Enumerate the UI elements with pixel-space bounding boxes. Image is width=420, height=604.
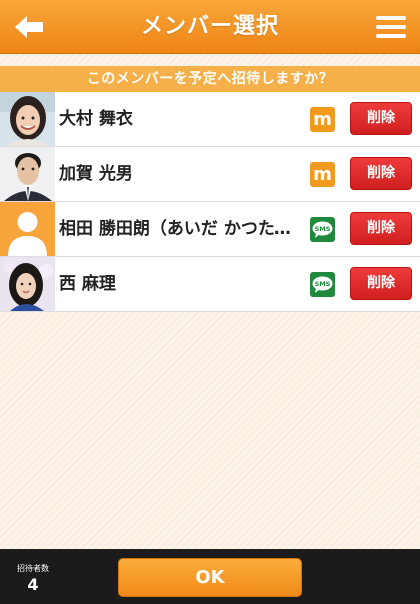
avatar: [0, 257, 55, 311]
menu-line: [376, 34, 406, 38]
svg-text:SMS: SMS: [315, 225, 331, 233]
hamburger-menu-icon[interactable]: [376, 13, 406, 41]
member-row[interactable]: 相田 勝田朗（あいだ かつたろう） SMS 削除: [0, 202, 420, 257]
svg-text:SMS: SMS: [315, 280, 331, 288]
avatar: [0, 202, 55, 256]
avatar: [0, 92, 55, 146]
member-row[interactable]: 加賀 光男 m 削除: [0, 147, 420, 202]
delete-button[interactable]: 削除: [350, 157, 412, 190]
member-name: 大村 舞衣: [59, 109, 133, 129]
delete-button[interactable]: 削除: [350, 212, 412, 245]
footer-bar: 招待者数 4 OK: [0, 549, 420, 604]
ok-button[interactable]: OK: [118, 558, 302, 597]
menu-line: [376, 16, 406, 20]
delete-button[interactable]: 削除: [350, 267, 412, 300]
member-name: 相田 勝田朗（あいだ かつたろう）: [59, 219, 303, 239]
member-row[interactable]: 西 麻理 SMS 削除: [0, 257, 420, 312]
invite-question: このメンバーを予定へ招待しますか？: [0, 66, 420, 92]
sms-badge-icon: SMS: [310, 272, 335, 297]
mail-badge-icon: m: [310, 162, 335, 187]
avatar: [0, 147, 55, 201]
member-list: 大村 舞衣 m 削除 加賀 光男 m 削除 相田 勝田朗（あいだ かつたろう） …: [0, 92, 420, 312]
member-name: 西 麻理: [59, 274, 116, 294]
member-row[interactable]: 大村 舞衣 m 削除: [0, 92, 420, 147]
menu-line: [376, 25, 406, 29]
invite-count-label: 招待者数: [17, 564, 49, 573]
invite-count-value: 4: [27, 575, 39, 594]
header-bar: メンバー選択: [0, 0, 420, 54]
default-avatar-icon: [0, 202, 55, 256]
member-name: 加賀 光男: [59, 164, 133, 184]
page-title: メンバー選択: [140, 14, 279, 39]
back-arrow-icon: [15, 16, 43, 38]
mail-badge-icon: m: [310, 107, 335, 132]
sms-badge-icon: SMS: [310, 217, 335, 242]
back-button[interactable]: [10, 11, 50, 43]
delete-button[interactable]: 削除: [350, 102, 412, 135]
